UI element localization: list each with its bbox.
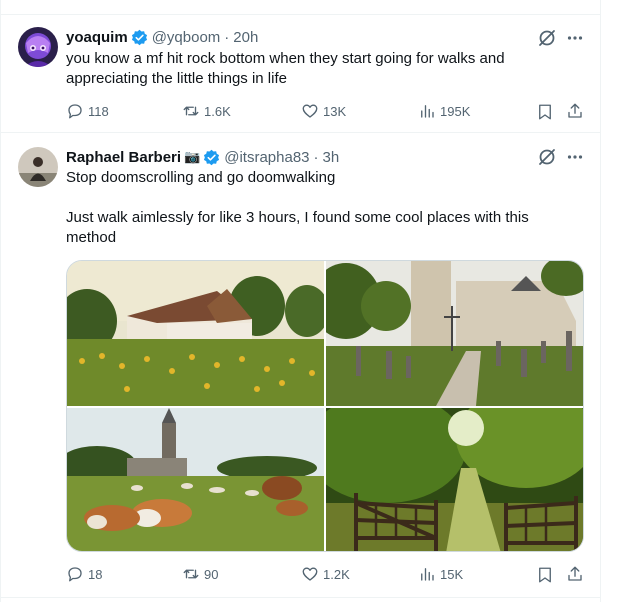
reply-count: 18 [88,566,103,582]
views-button[interactable]: 15K [418,564,463,584]
tweet-text-line: Just walk aimlessly for like 3 hours, I … [66,209,529,226]
repost-icon [183,106,199,116]
grok-icon[interactable] [537,28,557,48]
tweet-text: Stop doomscrolling and go doomwalking Ju… [66,168,586,248]
bookmark-icon[interactable] [536,566,554,584]
views-button[interactable]: 195K [418,101,470,121]
tweet-text: you know a mf hit rock bottom when they … [66,49,586,89]
tweet-text-line: method [66,229,117,246]
divider [0,597,601,598]
reply-button[interactable]: 118 [66,101,109,121]
timeline-border-right [600,0,601,602]
tweet-text-line: Stop doomscrolling and go doomwalking [66,169,336,186]
reply-icon [68,567,82,582]
grok-icon[interactable] [537,147,557,167]
tweet-header: yoaquim @yqboom · 20h [66,27,258,47]
views-count: 195K [440,103,471,119]
like-count: 13K [323,103,347,119]
repost-button[interactable]: 1.6K [182,101,231,121]
display-name[interactable]: yoaquim [66,29,128,46]
tweet-text-line [66,188,586,208]
user-handle[interactable]: @yqboom [152,29,221,46]
tweet[interactable]: Raphael Barberi 📷 @itsrapha83 · 3h Stop … [0,133,600,597]
repost-count: 1.6K [204,103,231,119]
church-cemetery-photo[interactable] [326,261,583,406]
farmhouse-sunflower-field-photo[interactable] [67,261,324,406]
cows-grazing-meadow-photo[interactable] [67,408,324,551]
timestamp[interactable]: 3h [323,149,340,166]
bookmark-icon[interactable] [536,103,554,121]
display-name[interactable]: Raphael Barberi [66,149,181,166]
verified-badge-icon [131,29,148,46]
like-button[interactable]: 13K [301,101,346,121]
user-handle[interactable]: @itsrapha83 [224,149,309,166]
reply-icon [68,104,82,119]
media-grid [66,260,584,552]
like-count: 1.2K [323,566,350,582]
separator-dot: · [313,148,319,166]
avatar[interactable] [18,147,58,187]
timestamp[interactable]: 20h [233,29,258,46]
tweet-text-line: appreciating the little things in life [66,70,287,87]
views-icon [421,105,434,118]
like-icon [302,104,318,118]
repost-count: 90 [204,566,219,582]
like-icon [302,567,318,581]
avatar[interactable] [18,27,58,67]
repost-icon [183,569,199,579]
tweet-text-line: you know a mf hit rock bottom when they … [66,50,505,67]
like-button[interactable]: 1.2K [301,564,350,584]
reply-count: 118 [88,103,109,119]
views-icon [421,568,434,581]
tweet[interactable]: yoaquim @yqboom · 20h you know a mf hit … [0,0,600,132]
verified-badge-icon [203,149,220,166]
more-icon[interactable] [566,148,584,166]
wooden-gate-forest-path-photo[interactable] [326,408,583,551]
share-icon[interactable] [566,565,584,583]
views-count: 15K [440,566,464,582]
more-icon[interactable] [566,29,584,47]
camera-emoji: 📷 [184,149,201,164]
reply-button[interactable]: 18 [66,564,102,584]
share-icon[interactable] [566,102,584,120]
repost-button[interactable]: 90 [182,564,218,584]
tweet-header: Raphael Barberi 📷 @itsrapha83 · 3h [66,147,339,167]
separator-dot: · [224,28,230,46]
